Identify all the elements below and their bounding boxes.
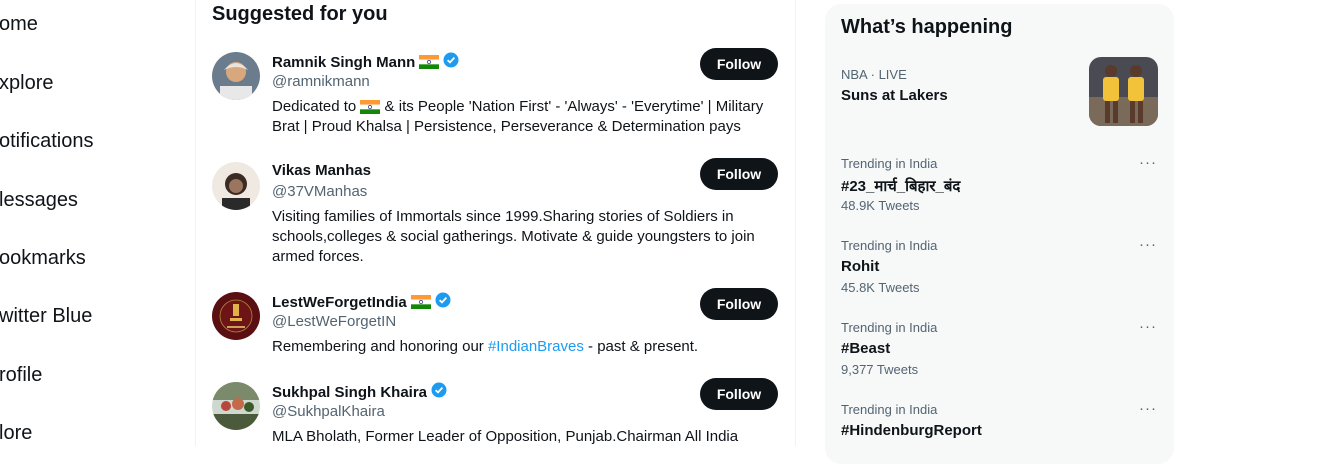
user-name-row: Ramnik Singh Mann (272, 52, 459, 73)
nav-profile[interactable]: rofile (0, 364, 42, 387)
trend-topic[interactable]: Suns at Lakers (841, 87, 948, 104)
avatar[interactable] (212, 52, 260, 100)
trend-count: 9,377 Tweets (841, 362, 919, 377)
verified-badge-icon (435, 292, 451, 313)
more-options-icon[interactable]: ··· (1139, 154, 1157, 171)
nav-bookmarks[interactable]: ookmarks (0, 247, 86, 270)
user-name[interactable]: Ramnik Singh Mann (272, 54, 415, 71)
user-bio: Visiting families of Immortals since 199… (272, 208, 755, 265)
india-flag-icon (360, 100, 381, 115)
user-handle: @37VManhas (272, 183, 368, 200)
user-name-row: Sukhpal Singh Khaira (272, 382, 447, 403)
user-handle: @LestWeForgetIN (272, 313, 397, 330)
section-title: Suggested for you (212, 3, 388, 25)
more-options-icon[interactable]: ··· (1139, 318, 1157, 335)
trend-meta: NBA · LIVE (841, 67, 907, 82)
user-bio: Dedicated to & its People 'Nation First'… (272, 98, 764, 135)
suggested-panel: Suggested for you Ramnik Singh Mann @ram… (195, 0, 796, 446)
avatar[interactable] (212, 382, 260, 430)
user-handle: @SukhpalKhaira (272, 403, 385, 420)
more-options-icon[interactable]: ··· (1139, 236, 1157, 253)
trend-topic[interactable]: #Beast (841, 340, 890, 357)
trend-meta: Trending in India (841, 238, 938, 253)
left-navigation: ome xplore otifications lessages ookmark… (0, 0, 195, 446)
trend-topic[interactable]: #23_मार्च_बिहार_बंद (841, 176, 960, 196)
whats-happening-panel: What’s happening NBA · LIVE Suns at Lake… (825, 4, 1174, 464)
trend-meta: Trending in India (841, 320, 938, 335)
hashtag-link[interactable]: #IndianBraves (488, 338, 584, 355)
avatar[interactable] (212, 292, 260, 340)
user-name[interactable]: LestWeForgetIndia (272, 294, 407, 311)
trend-image[interactable] (1089, 57, 1158, 126)
trend-meta: Trending in India (841, 156, 938, 171)
nav-home[interactable]: ome (0, 13, 38, 36)
follow-button[interactable]: Follow (700, 158, 778, 190)
nav-twitter-blue[interactable]: witter Blue (0, 305, 92, 328)
trend-meta: Trending in India (841, 402, 938, 417)
user-bio: MLA Bholath, Former Leader of Opposition… (272, 428, 739, 445)
panel-title: What’s happening (841, 16, 1013, 38)
user-handle: @ramnikmann (272, 73, 370, 90)
india-flag-icon (419, 54, 440, 72)
user-name-row: LestWeForgetIndia (272, 292, 451, 313)
user-name[interactable]: Sukhpal Singh Khaira (272, 384, 427, 401)
verified-badge-icon (431, 382, 447, 403)
user-name[interactable]: Vikas Manhas (272, 162, 371, 179)
nav-messages[interactable]: lessages (0, 189, 78, 212)
user-name-row: Vikas Manhas (272, 162, 371, 179)
follow-button[interactable]: Follow (700, 288, 778, 320)
follow-button[interactable]: Follow (700, 48, 778, 80)
follow-button[interactable]: Follow (700, 378, 778, 410)
trend-count: 48.9K Tweets (841, 198, 920, 213)
trend-topic[interactable]: #HindenburgReport (841, 422, 982, 439)
trend-count: 45.8K Tweets (841, 280, 920, 295)
verified-badge-icon (443, 52, 459, 73)
india-flag-icon (410, 294, 431, 312)
nav-more[interactable]: lore (0, 422, 32, 445)
avatar[interactable] (212, 162, 260, 210)
nav-notifications[interactable]: otifications (0, 130, 94, 153)
nav-explore[interactable]: xplore (0, 72, 53, 95)
user-bio: Remembering and honoring our #IndianBrav… (272, 338, 699, 355)
trend-topic[interactable]: Rohit (841, 258, 879, 275)
more-options-icon[interactable]: ··· (1139, 400, 1157, 417)
